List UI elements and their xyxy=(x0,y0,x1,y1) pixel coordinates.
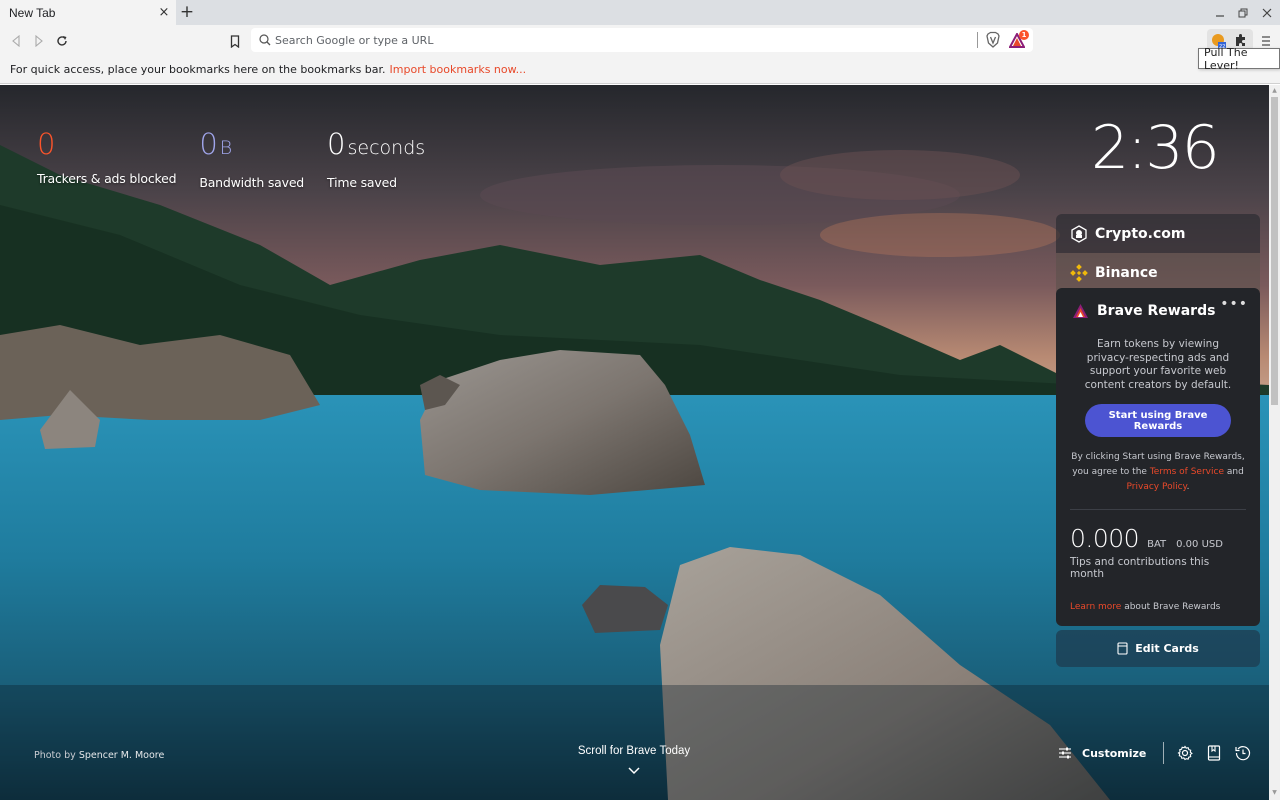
back-button[interactable] xyxy=(6,31,26,51)
brave-shields-icon[interactable] xyxy=(984,31,1002,49)
bookmark-button[interactable] xyxy=(225,31,245,51)
minimize-icon xyxy=(1216,15,1224,17)
bookmarks-bar: For quick access, place your bookmarks h… xyxy=(0,56,1280,84)
trackers-label: Trackers & ads blocked xyxy=(37,171,177,186)
binance-card[interactable]: Binance xyxy=(1056,253,1260,292)
brave-rewards-logo-icon xyxy=(1073,303,1088,318)
binance-label: Binance xyxy=(1095,264,1158,281)
new-tab-page: 0 Trackers & ads blocked 0B Bandwidth sa… xyxy=(0,85,1269,800)
sliders-icon xyxy=(1059,747,1071,759)
tab-strip: New Tab × + xyxy=(0,0,1280,25)
bottom-right-controls: Customize xyxy=(1058,742,1264,764)
clock[interactable]: 2:36 xyxy=(1091,113,1220,183)
bookmark-icon xyxy=(230,34,240,48)
terms-suffix: . xyxy=(1186,482,1190,492)
bottom-divider xyxy=(1163,742,1165,764)
back-icon xyxy=(12,35,20,47)
tab-title: New Tab xyxy=(9,5,56,20)
bandwidth-value: 0 xyxy=(199,127,217,161)
photo-credit: Photo by Spencer M. Moore xyxy=(34,750,164,761)
chevron-down-icon xyxy=(628,767,640,775)
scroll-brave-today-label: Scroll for Brave Today xyxy=(577,745,691,757)
toolbar: 1 22 xyxy=(0,25,1280,56)
rewards-balance: 0.000 BAT 0.00 USD xyxy=(1070,524,1246,553)
page-scrollbar[interactable]: ▲ ▼ xyxy=(1269,85,1280,800)
rewards-terms: By clicking Start using Brave Rewards, y… xyxy=(1070,450,1246,495)
minimize-button[interactable] xyxy=(1211,4,1229,22)
settings-gear-icon[interactable] xyxy=(1177,745,1194,761)
rewards-card-title: Brave Rewards xyxy=(1097,303,1216,319)
terms-of-service-link[interactable]: Terms of Service xyxy=(1150,467,1224,477)
binance-icon xyxy=(1070,263,1088,282)
stat-bandwidth: 0B Bandwidth saved xyxy=(199,125,304,190)
more-options-icon[interactable]: ••• xyxy=(1220,296,1248,312)
learn-more-suffix: about Brave Rewards xyxy=(1124,602,1221,612)
scroll-up-arrow-icon[interactable]: ▲ xyxy=(1271,87,1278,94)
time-label: Time saved xyxy=(327,175,397,190)
scroll-brave-today[interactable]: Scroll for Brave Today xyxy=(560,745,708,775)
search-icon xyxy=(259,34,271,46)
tab-new-tab[interactable]: New Tab × xyxy=(0,0,176,25)
crypto-com-label: Crypto.com xyxy=(1095,225,1186,242)
customize-button[interactable]: Customize xyxy=(1058,746,1146,760)
usd-balance: 0.00 USD xyxy=(1176,539,1223,550)
widget-stack: Crypto.com Binance Brave Rewards ••• Ear… xyxy=(1056,214,1260,667)
rewards-divider xyxy=(1070,509,1246,510)
stat-trackers: 0 Trackers & ads blocked xyxy=(37,125,177,190)
brave-rewards-button[interactable]: 1 xyxy=(1009,30,1031,49)
crypto-com-icon xyxy=(1071,224,1087,243)
stats-panel: 0 Trackers & ads blocked 0B Bandwidth sa… xyxy=(37,125,425,190)
crypto-com-card[interactable]: Crypto.com xyxy=(1056,214,1260,253)
brave-rewards-card: Brave Rewards ••• Earn tokens by viewing… xyxy=(1056,288,1260,626)
history-clock-icon[interactable] xyxy=(1235,745,1251,761)
edit-cards-button[interactable]: Edit Cards xyxy=(1056,630,1260,667)
bat-balance: 0.000 xyxy=(1070,524,1140,553)
reload-button[interactable] xyxy=(52,31,72,51)
omnibox-divider xyxy=(977,32,978,48)
photo-credit-prefix: Photo by xyxy=(34,750,76,761)
terms-and: and xyxy=(1226,467,1244,477)
forward-icon xyxy=(35,35,43,47)
rewards-description: Earn tokens by viewing privacy-respectin… xyxy=(1084,338,1232,391)
tab-close-button[interactable]: × xyxy=(156,5,172,21)
customize-label: Customize xyxy=(1082,746,1147,760)
time-unit: seconds xyxy=(347,137,426,159)
edit-cards-icon xyxy=(1117,642,1128,655)
rewards-badge: 1 xyxy=(1019,30,1029,40)
start-rewards-button[interactable]: Start using Brave Rewards xyxy=(1085,404,1231,437)
trackers-value: 0 xyxy=(37,127,55,161)
learn-more-link[interactable]: Learn more xyxy=(1070,602,1121,612)
bookmarks-book-icon[interactable] xyxy=(1206,745,1222,761)
new-tab-button[interactable]: + xyxy=(178,3,196,21)
stat-time: 0 seconds Time saved xyxy=(327,125,425,190)
scrollbar-thumb[interactable] xyxy=(1271,97,1278,405)
omnibox-input[interactable] xyxy=(275,28,975,52)
bookmarks-bar-message: For quick access, place your bookmarks h… xyxy=(10,63,386,76)
time-value: 0 xyxy=(327,127,345,161)
address-bar[interactable]: 1 xyxy=(251,28,1033,52)
import-bookmarks-link[interactable]: Import bookmarks now... xyxy=(390,63,527,76)
tips-label: Tips and contributions this month xyxy=(1070,556,1210,580)
privacy-policy-link[interactable]: Privacy Policy xyxy=(1127,482,1187,492)
learn-more-row: Learn more about Brave Rewards xyxy=(1070,602,1246,612)
close-icon xyxy=(1262,8,1272,18)
edit-cards-label: Edit Cards xyxy=(1135,642,1199,655)
extension-tooltip: Pull The Lever! xyxy=(1198,46,1280,72)
bandwidth-label: Bandwidth saved xyxy=(199,175,305,190)
bat-unit: BAT xyxy=(1147,539,1167,550)
scroll-down-arrow-icon[interactable]: ▼ xyxy=(1271,789,1278,796)
restore-button[interactable] xyxy=(1234,4,1252,22)
restore-icon xyxy=(1238,8,1248,18)
photo-credit-author[interactable]: Spencer M. Moore xyxy=(79,750,165,761)
forward-button[interactable] xyxy=(29,31,49,51)
reload-icon xyxy=(57,36,67,46)
close-window-button[interactable] xyxy=(1258,4,1276,22)
bandwidth-unit: B xyxy=(219,137,233,159)
